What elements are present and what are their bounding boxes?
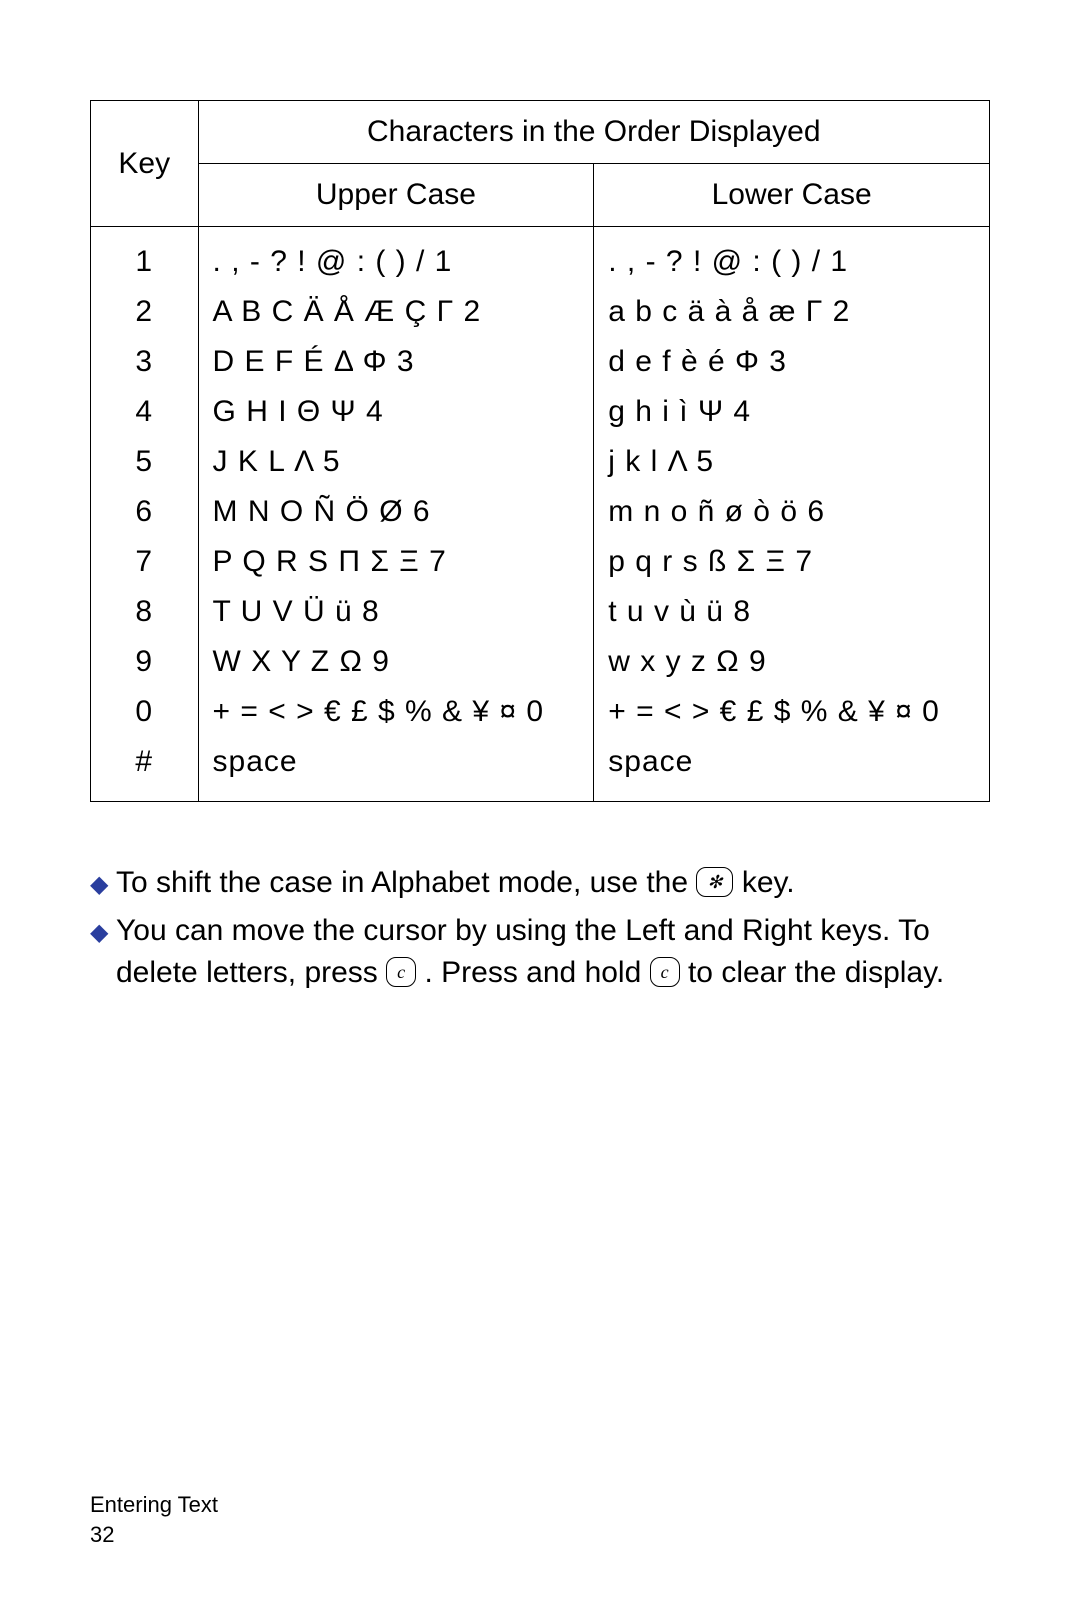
clear-key-icon: c — [650, 957, 680, 987]
page-footer: Entering Text 32 — [90, 1490, 218, 1550]
lower-cell: . , - ? ! @ : ( ) / 1 — [608, 237, 989, 287]
key-column-body: 1 2 3 4 5 6 7 8 9 0 # — [91, 227, 199, 802]
note-text: To shift the case in Alphabet mode, use … — [116, 862, 990, 906]
note-item: ◆ To shift the case in Alphabet mode, us… — [90, 862, 990, 906]
upper-cell: T U V Ü ü 8 — [213, 587, 594, 637]
page: Key Characters in the Order Displayed Up… — [0, 0, 1080, 1620]
upper-cell: + = < > € £ $ % & ¥ ¤ 0 — [213, 687, 594, 737]
key-cell: 6 — [91, 487, 198, 537]
upper-cell: P Q R S Π Σ Ξ 7 — [213, 537, 594, 587]
upper-cell: M N O Ñ Ö Ø 6 — [213, 487, 594, 537]
section-title: Entering Text — [90, 1490, 218, 1520]
lower-cell: p q r s ß Σ Ξ 7 — [608, 537, 989, 587]
col-header-upper: Upper Case — [198, 164, 594, 227]
col-header-chars: Characters in the Order Displayed — [198, 101, 989, 164]
bullet-diamond-icon: ◆ — [90, 910, 116, 994]
key-cell: 4 — [91, 387, 198, 437]
lower-cell: space — [608, 737, 989, 787]
upper-cell: space — [213, 737, 594, 787]
key-cell: 9 — [91, 637, 198, 687]
key-cell: 5 — [91, 437, 198, 487]
lower-cell: d e f è é Φ 3 — [608, 337, 989, 387]
key-cell: 3 — [91, 337, 198, 387]
upper-cell: J K L Λ 5 — [213, 437, 594, 487]
note-fragment: . Press and hold — [424, 956, 649, 989]
upper-cell: D E F É Δ Φ 3 — [213, 337, 594, 387]
lower-column-body: . , - ? ! @ : ( ) / 1 a b c ä à å æ Γ 2 … — [594, 227, 990, 802]
note-text: You can move the cursor by using the Lef… — [116, 910, 990, 994]
lower-cell: g h i ì Ψ 4 — [608, 387, 989, 437]
key-cell: # — [91, 737, 198, 787]
notes: ◆ To shift the case in Alphabet mode, us… — [90, 862, 990, 994]
note-item: ◆ You can move the cursor by using the L… — [90, 910, 990, 994]
upper-column-body: . , - ? ! @ : ( ) / 1 A B C Ä Å Æ Ç Γ 2 … — [198, 227, 594, 802]
col-header-lower: Lower Case — [594, 164, 990, 227]
upper-cell: A B C Ä Å Æ Ç Γ 2 — [213, 287, 594, 337]
upper-cell: G H I Θ Ψ 4 — [213, 387, 594, 437]
upper-cell: . , - ? ! @ : ( ) / 1 — [213, 237, 594, 287]
character-table: Key Characters in the Order Displayed Up… — [90, 100, 990, 802]
lower-cell: + = < > € £ $ % & ¥ ¤ 0 — [608, 687, 989, 737]
star-key-icon: ✻ — [696, 867, 733, 897]
key-cell: 0 — [91, 687, 198, 737]
col-header-key: Key — [91, 101, 199, 227]
lower-cell: t u v ù ü 8 — [608, 587, 989, 637]
lower-cell: m n o ñ ø ò ö 6 — [608, 487, 989, 537]
note-fragment: To shift the case in Alphabet mode, use … — [116, 866, 696, 899]
lower-cell: w x y z Ω 9 — [608, 637, 989, 687]
lower-cell: j k l Λ 5 — [608, 437, 989, 487]
key-cell: 2 — [91, 287, 198, 337]
key-cell: 8 — [91, 587, 198, 637]
clear-key-icon: c — [386, 957, 416, 987]
key-cell: 7 — [91, 537, 198, 587]
page-number: 32 — [90, 1520, 218, 1550]
key-cell: 1 — [91, 237, 198, 287]
upper-cell: W X Y Z Ω 9 — [213, 637, 594, 687]
note-fragment: to clear the display. — [688, 956, 944, 989]
note-fragment: key. — [742, 866, 795, 899]
lower-cell: a b c ä à å æ Γ 2 — [608, 287, 989, 337]
bullet-diamond-icon: ◆ — [90, 862, 116, 906]
